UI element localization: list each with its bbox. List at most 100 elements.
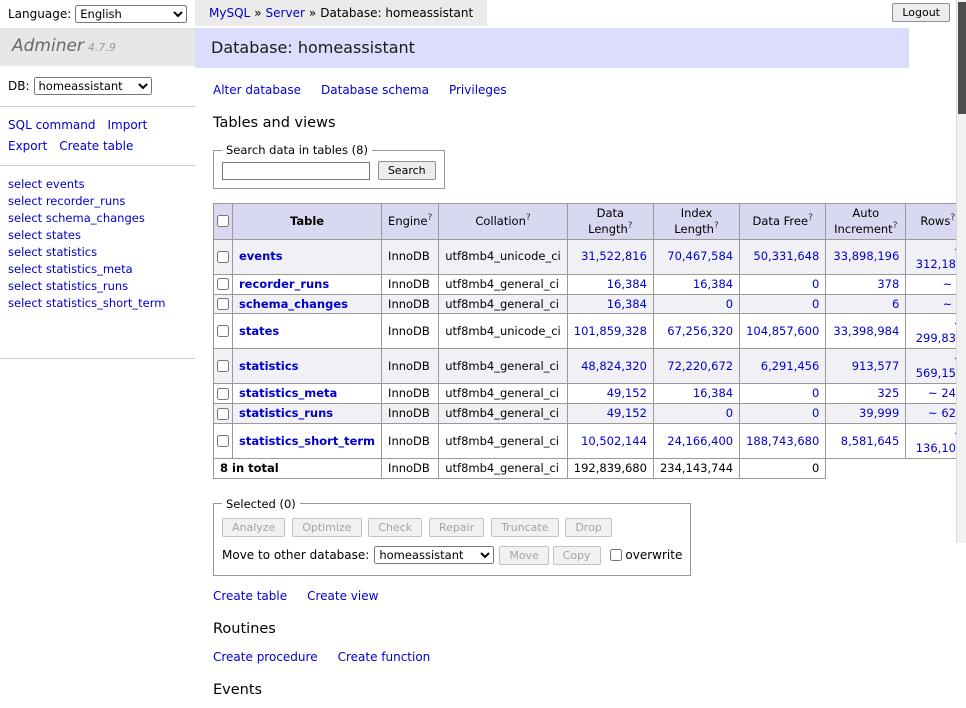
row-checkbox[interactable] xyxy=(217,298,229,310)
index-length-link[interactable]: 67,256,320 xyxy=(667,324,733,338)
database-schema-link[interactable]: Database schema xyxy=(321,83,429,97)
auto-increment-link[interactable]: 33,898,196 xyxy=(833,249,899,263)
engine-cell: InnoDB xyxy=(382,349,439,384)
index-length-link[interactable]: 0 xyxy=(726,406,733,420)
index-length-link[interactable]: 0 xyxy=(726,297,733,311)
breadcrumb-mysql-link[interactable]: MySQL xyxy=(209,6,250,20)
privileges-link[interactable]: Privileges xyxy=(449,83,507,97)
auto-increment-link[interactable]: 913,577 xyxy=(852,359,900,373)
row-checkbox[interactable] xyxy=(217,388,229,400)
row-checkbox[interactable] xyxy=(217,251,229,263)
data-length-link[interactable]: 49,152 xyxy=(607,386,647,400)
sidebar-item-select-statistics-short-term[interactable]: select statistics_short_term xyxy=(8,294,187,311)
move-button[interactable]: Move xyxy=(499,546,549,565)
index-length-link[interactable]: 16,384 xyxy=(693,277,733,291)
auto-increment-link[interactable]: 378 xyxy=(877,277,899,291)
data-length-link[interactable]: 101,859,328 xyxy=(574,324,647,338)
overwrite-checkbox[interactable] xyxy=(610,549,622,561)
sidebar-item-create-table[interactable]: Create table xyxy=(59,139,133,153)
app-name: Adminer xyxy=(12,36,84,56)
index-length-link[interactable]: 24,166,400 xyxy=(667,434,733,448)
search-button[interactable]: Search xyxy=(378,161,436,180)
help-link[interactable]: ? xyxy=(893,221,898,231)
create-procedure-link[interactable]: Create procedure xyxy=(213,650,318,664)
data-free-link[interactable]: 0 xyxy=(812,297,819,311)
help-link[interactable]: ? xyxy=(427,213,432,223)
data-length-link[interactable]: 49,152 xyxy=(607,406,647,420)
sidebar-item-select-statistics-runs[interactable]: select statistics_runs xyxy=(8,277,187,294)
row-checkbox[interactable] xyxy=(217,325,229,337)
create-table-link[interactable]: Create table xyxy=(213,589,287,603)
sidebar-item-export[interactable]: Export xyxy=(8,139,47,153)
alter-database-link[interactable]: Alter database xyxy=(213,83,301,97)
table-name-link[interactable]: statistics_short_term xyxy=(239,434,375,448)
help-link[interactable]: ? xyxy=(526,213,531,223)
table-name-cell: statistics xyxy=(233,349,382,384)
help-link[interactable]: ? xyxy=(808,213,813,223)
truncate-button[interactable]: Truncate xyxy=(491,518,558,537)
data-free-link[interactable]: 0 xyxy=(812,277,819,291)
breadcrumb-server-link[interactable]: Server xyxy=(266,6,305,20)
scrollbar[interactable] xyxy=(956,0,966,543)
analyze-button[interactable]: Analyze xyxy=(222,518,285,537)
table-name-link[interactable]: events xyxy=(239,249,283,263)
language-select[interactable]: English xyxy=(75,5,187,23)
data-free-link[interactable]: 188,743,680 xyxy=(746,434,819,448)
row-checkbox[interactable] xyxy=(217,360,229,372)
data-length-link[interactable]: 16,384 xyxy=(607,277,647,291)
sidebar-item-import[interactable]: Import xyxy=(107,118,147,132)
check-button[interactable]: Check xyxy=(368,518,422,537)
help-link[interactable]: ? xyxy=(950,213,955,223)
help-link[interactable]: ? xyxy=(628,221,633,231)
table-name-link[interactable]: schema_changes xyxy=(239,297,348,311)
data-length-link[interactable]: 48,824,320 xyxy=(581,359,647,373)
data-free-link[interactable]: 6,291,456 xyxy=(761,359,820,373)
copy-button[interactable]: Copy xyxy=(553,546,601,565)
sidebar-item-select-statistics-meta[interactable]: select statistics_meta xyxy=(8,260,187,277)
index-length-link[interactable]: 72,220,672 xyxy=(667,359,733,373)
data-free-link[interactable]: 104,857,600 xyxy=(746,324,819,338)
sidebar-item-select-schema-changes[interactable]: select schema_changes xyxy=(8,209,187,226)
sidebar-item-select-recorder-runs[interactable]: select recorder_runs xyxy=(8,192,187,209)
auto-increment-link[interactable]: 8,581,645 xyxy=(841,434,900,448)
engine-cell: InnoDB xyxy=(382,404,439,424)
auto-increment-link[interactable]: 6 xyxy=(892,297,899,311)
create-function-link[interactable]: Create function xyxy=(338,650,431,664)
logout-button[interactable]: Logout xyxy=(892,3,950,22)
table-name-link[interactable]: recorder_runs xyxy=(239,277,329,291)
data-length-cell: 10,502,144 xyxy=(567,424,653,459)
table-name-link[interactable]: statistics xyxy=(239,359,299,373)
scrollbar-thumb[interactable] xyxy=(958,2,966,114)
search-input[interactable] xyxy=(222,162,370,180)
drop-button[interactable]: Drop xyxy=(565,518,611,537)
table-name-link[interactable]: states xyxy=(239,324,279,338)
index-length-link[interactable]: 16,384 xyxy=(693,386,733,400)
sidebar-item-select-states[interactable]: select states xyxy=(8,226,187,243)
data-free-link[interactable]: 0 xyxy=(812,386,819,400)
db-select[interactable]: homeassistant xyxy=(34,77,152,95)
select-all-checkbox[interactable] xyxy=(217,215,229,227)
optimize-button[interactable]: Optimize xyxy=(292,518,361,537)
row-checkbox[interactable] xyxy=(217,408,229,420)
move-db-select[interactable]: homeassistant xyxy=(374,546,494,564)
sidebar-item-select-events[interactable]: select events xyxy=(8,175,187,192)
data-length-link[interactable]: 10,502,144 xyxy=(581,434,647,448)
auto-increment-link[interactable]: 39,999 xyxy=(859,406,899,420)
data-free-link[interactable]: 0 xyxy=(812,406,819,420)
help-link[interactable]: ? xyxy=(714,221,719,231)
data-free-link[interactable]: 50,331,648 xyxy=(753,249,819,263)
index-length-link[interactable]: 70,467,584 xyxy=(667,249,733,263)
table-name-link[interactable]: statistics_runs xyxy=(239,406,333,420)
column-header-label: Data Free xyxy=(753,214,809,228)
sidebar-item-sql-command[interactable]: SQL command xyxy=(8,118,95,132)
row-checkbox[interactable] xyxy=(217,435,229,447)
create-view-link[interactable]: Create view xyxy=(307,589,378,603)
row-checkbox[interactable] xyxy=(217,278,229,290)
data-length-link[interactable]: 16,384 xyxy=(607,297,647,311)
repair-button[interactable]: Repair xyxy=(429,518,484,537)
table-name-link[interactable]: statistics_meta xyxy=(239,386,337,400)
auto-increment-link[interactable]: 33,398,984 xyxy=(833,324,899,338)
auto-increment-link[interactable]: 325 xyxy=(877,386,899,400)
data-length-link[interactable]: 31,522,816 xyxy=(581,249,647,263)
sidebar-item-select-statistics[interactable]: select statistics xyxy=(8,243,187,260)
